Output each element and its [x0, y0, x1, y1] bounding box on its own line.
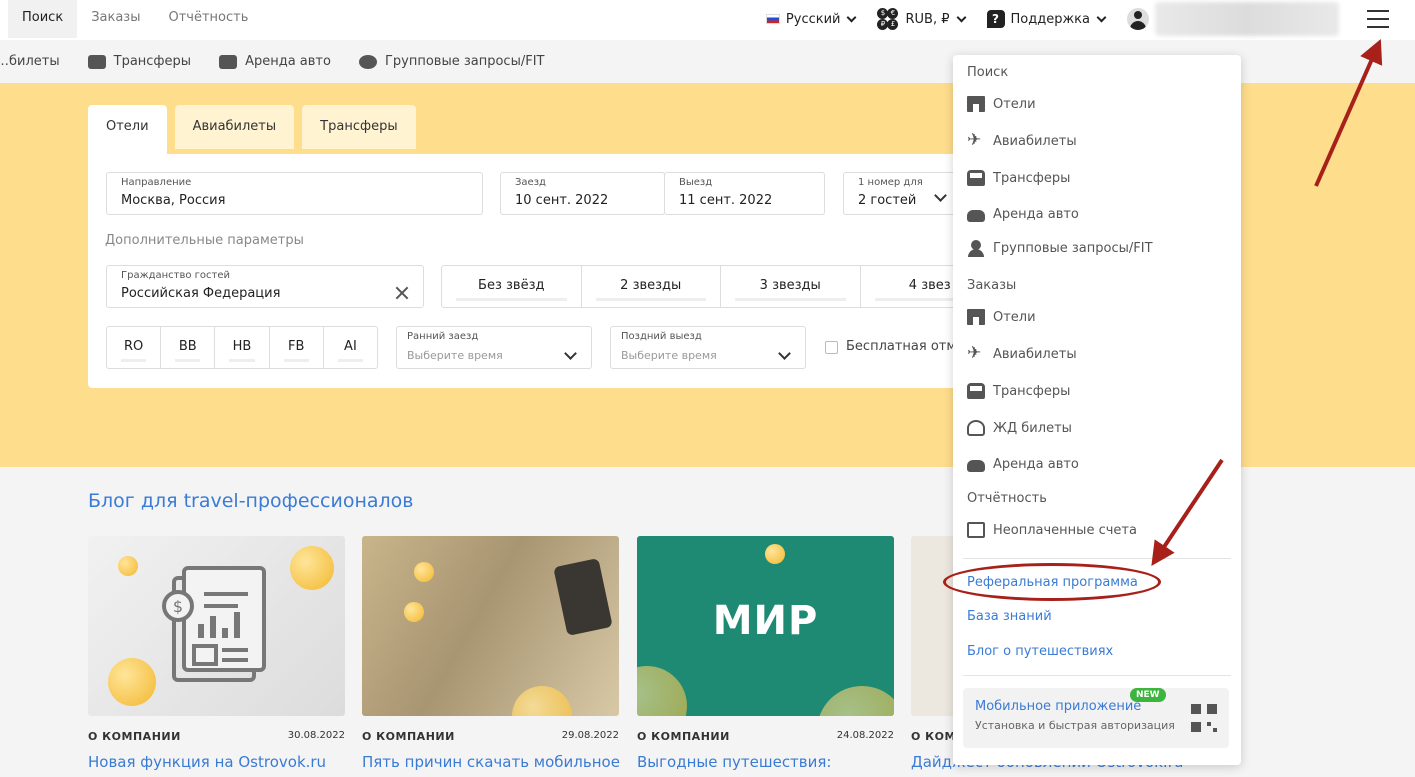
annotation-arrows — [1151, 39, 1383, 566]
arrow-to-menu — [1314, 39, 1383, 187]
arrow-to-referral — [1151, 458, 1224, 566]
